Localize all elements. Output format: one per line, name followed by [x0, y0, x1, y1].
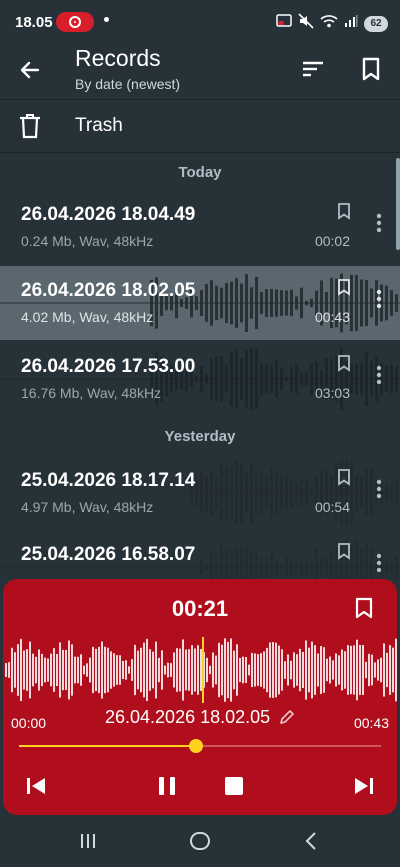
sort-button[interactable] — [298, 54, 328, 84]
status-time: 18.05 — [15, 14, 53, 31]
record-item[interactable]: 26.04.2026 18.04.49 0.24 Mb, Wav, 48kHz … — [0, 190, 400, 264]
wifi-icon — [320, 14, 338, 33]
back-button[interactable] — [14, 54, 46, 86]
bookmark-icon[interactable] — [353, 596, 375, 620]
list-scrollbar[interactable] — [396, 158, 400, 250]
sort-subtitle: By date (newest) — [75, 76, 181, 92]
signal-icon — [344, 14, 358, 33]
more-vert-icon[interactable] — [370, 212, 388, 234]
player-record-name: 26.04.2026 18.02.05 — [105, 707, 271, 727]
player-current-time: 00:21 — [171, 596, 229, 621]
battery-icon: 62 — [364, 15, 388, 32]
section-today: Today — [178, 164, 222, 181]
home-icon[interactable] — [188, 829, 212, 853]
stop-icon[interactable] — [221, 773, 247, 799]
seek-thumb[interactable] — [189, 739, 204, 753]
trash-label: Trash — [75, 115, 123, 136]
record-info: 0.24 Mb, Wav, 48kHz — [21, 233, 154, 249]
pause-icon[interactable] — [154, 773, 180, 799]
record-name: 25.04.2026 18.17.14 — [21, 470, 196, 491]
bookmark-outline-icon[interactable] — [335, 202, 353, 220]
status-bar: 18.05 62 — [0, 0, 400, 44]
app-header: Records By date (newest) — [0, 44, 400, 96]
mute-icon — [298, 13, 314, 34]
notification-dot-icon — [104, 17, 109, 22]
record-info: 16.76 Mb, Wav, 48kHz — [21, 385, 162, 401]
record-item[interactable]: 25.04.2026 18.17.14 4.97 Mb, Wav, 48kHz … — [0, 456, 400, 530]
bookmark-outline-icon[interactable] — [335, 542, 353, 560]
trash-icon — [20, 114, 40, 139]
player-start-time: 00:00 — [11, 715, 47, 731]
record-info: 4.97 Mb, Wav, 48kHz — [21, 499, 154, 515]
section-yesterday: Yesterday — [164, 428, 236, 445]
page-title: Records — [75, 45, 161, 71]
bookmark-icon — [362, 57, 380, 81]
sort-icon — [303, 61, 323, 77]
record-info: 4.02 Mb, Wav, 48kHz — [21, 309, 154, 325]
record-name: 26.04.2026 18.04.49 — [21, 204, 196, 225]
bookmark-outline-icon[interactable] — [335, 354, 353, 372]
bookmark-outline-icon[interactable] — [335, 468, 353, 486]
trash-row[interactable]: Trash — [0, 100, 400, 152]
seek-progress — [19, 745, 197, 747]
record-item-active[interactable]: 26.04.2026 18.02.05 4.02 Mb, Wav, 48kHz … — [0, 266, 400, 340]
skip-previous-icon[interactable] — [23, 773, 49, 799]
skip-next-icon[interactable] — [351, 773, 377, 799]
more-vert-icon[interactable] — [370, 552, 388, 574]
record-name: 25.04.2026 16.58.07 — [21, 544, 196, 565]
system-nav-bar — [0, 815, 400, 867]
recording-indicator-icon — [56, 12, 94, 32]
record-duration: 00:02 — [314, 233, 350, 249]
bookmarks-button[interactable] — [356, 54, 386, 84]
more-vert-icon[interactable] — [370, 364, 388, 386]
arrow-left-icon — [20, 61, 40, 79]
player-end-time: 00:43 — [353, 715, 389, 731]
record-duration: 00:43 — [314, 309, 350, 325]
more-vert-icon[interactable] — [370, 288, 388, 310]
bookmark-outline-icon[interactable] — [335, 278, 353, 296]
back-nav-icon[interactable] — [300, 829, 324, 853]
record-name: 26.04.2026 18.02.05 — [21, 280, 196, 301]
recents-icon[interactable] — [76, 829, 100, 853]
more-vert-icon[interactable] — [370, 478, 388, 500]
record-item[interactable]: 26.04.2026 17.53.00 16.76 Mb, Wav, 48kHz… — [0, 342, 400, 416]
cast-icon — [276, 14, 292, 33]
audio-player: 00:21 00:00 26.04.2026 18.02.05 00:43 — [3, 579, 397, 815]
trash-divider — [0, 152, 400, 153]
player-waveform[interactable] — [3, 637, 397, 703]
edit-pencil-icon[interactable] — [279, 709, 295, 725]
record-duration: 00:54 — [314, 499, 350, 515]
record-duration: 03:03 — [314, 385, 350, 401]
record-name: 26.04.2026 17.53.00 — [21, 356, 196, 377]
